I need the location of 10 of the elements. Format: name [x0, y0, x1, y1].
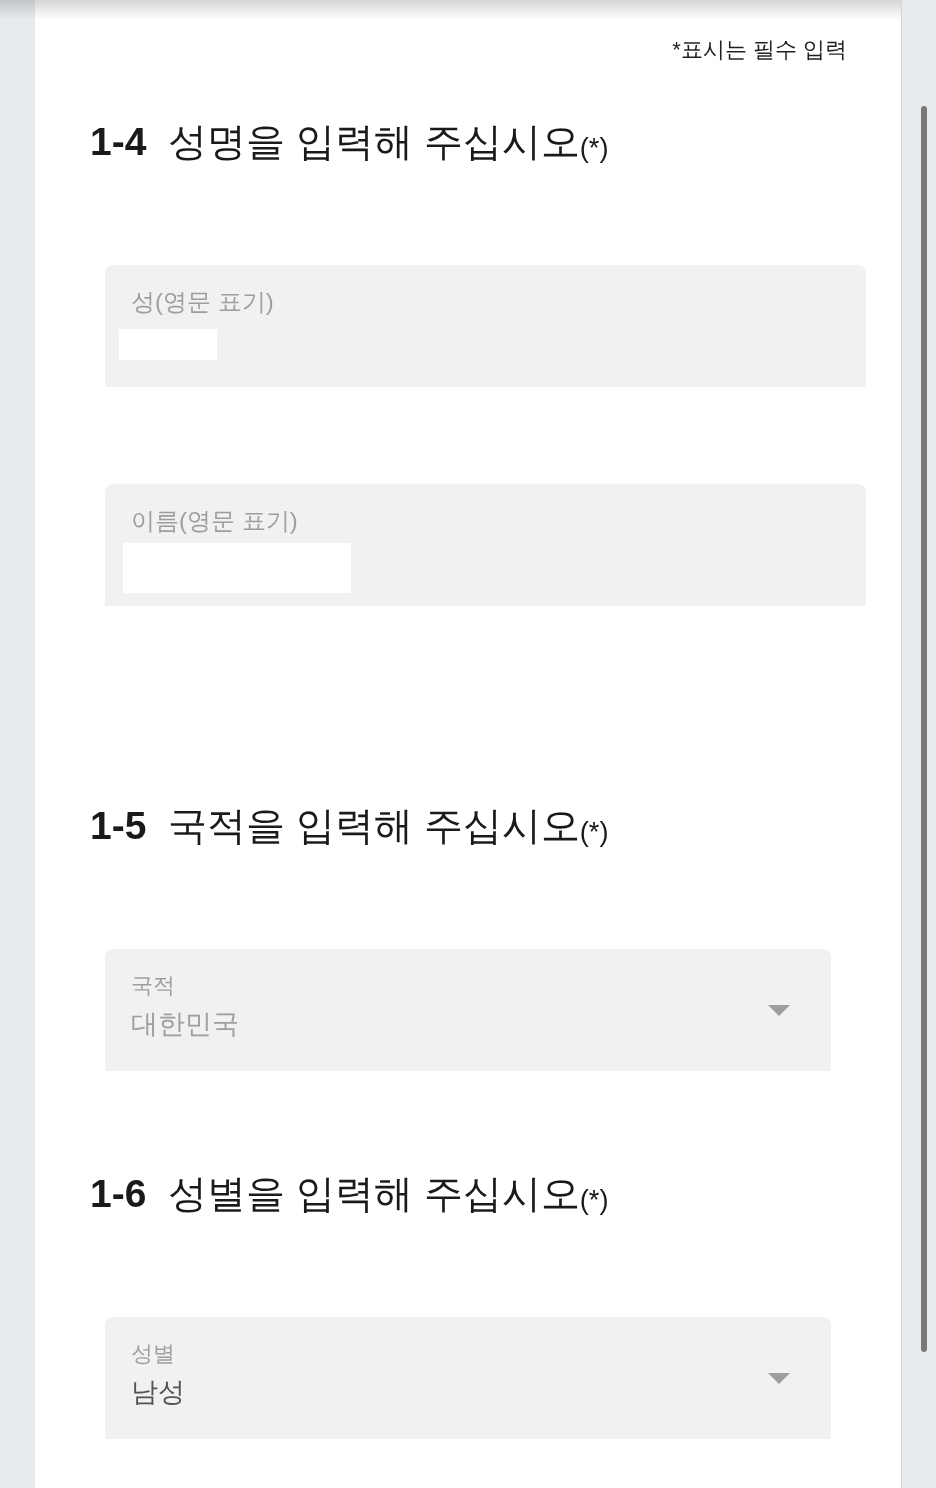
section-heading: 1-6 성별을 입력해 주십시오$_{(*)}$	[90, 1171, 609, 1217]
text-field[interactable]: 성(영문 표기)	[105, 265, 866, 387]
section-heading: 1-4 성명을 입력해 주십시오$_{(*)}$	[90, 119, 609, 165]
caret-icon	[768, 1004, 790, 1016]
caret-icon	[768, 1372, 790, 1384]
section-heading: 1-5 국적을 입력해 주십시오$_{(*)}$	[90, 803, 609, 849]
text-field[interactable]: 이름(영문 표기)	[105, 484, 866, 606]
scrollbar-thumb[interactable]	[920, 106, 927, 1352]
select-field[interactable]: 성별 남성	[105, 1317, 831, 1439]
required-note: *표시는 필수 입력	[672, 36, 847, 64]
